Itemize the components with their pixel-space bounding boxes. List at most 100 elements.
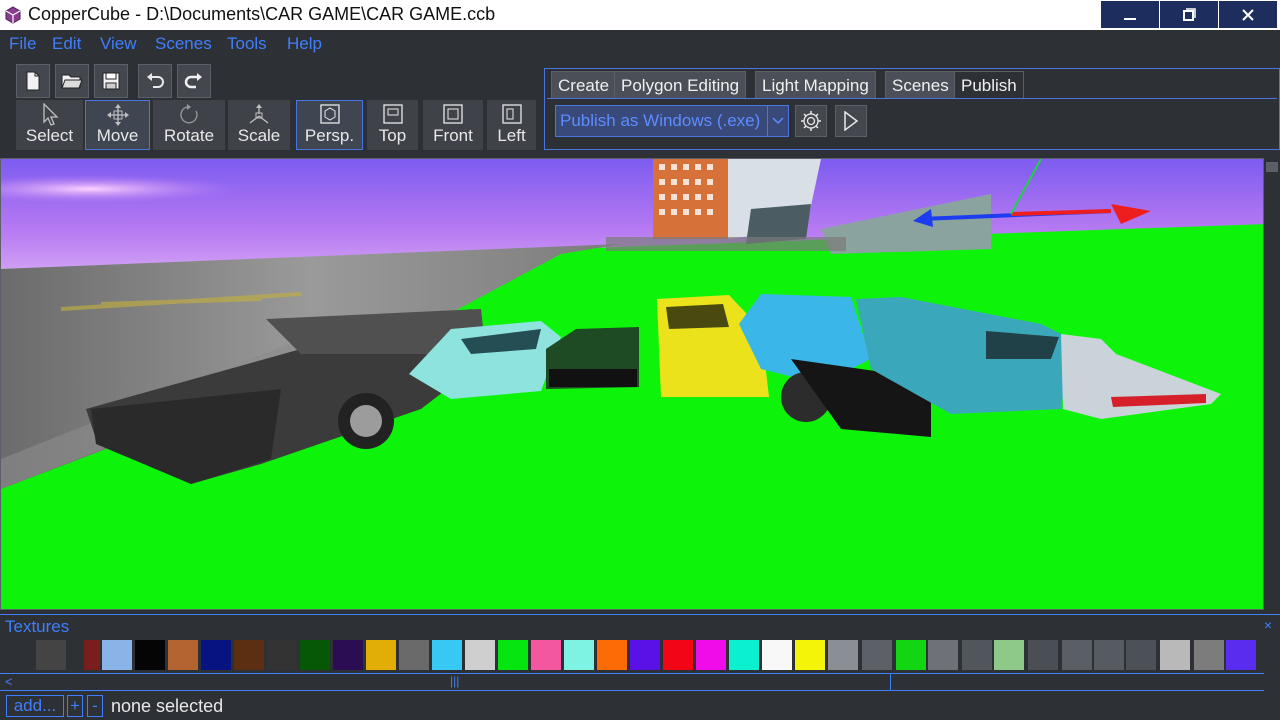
close-icon (1242, 8, 1254, 21)
texture-footer: add... + - none selected (0, 692, 1280, 720)
texture-swatch[interactable] (102, 640, 132, 670)
save-button[interactable] (94, 64, 128, 98)
menu-view[interactable]: View (100, 34, 137, 54)
texture-swatch[interactable] (135, 640, 165, 670)
menu-help[interactable]: Help (287, 34, 322, 54)
scroll-left-arrow[interactable]: < (5, 674, 13, 689)
cursor-icon (42, 103, 59, 126)
coppercube-app-icon (5, 6, 21, 24)
tool-rotate-label: Rotate (163, 126, 215, 145)
view-perspective-label: Persp. (304, 126, 355, 145)
texture-swatch[interactable] (168, 640, 198, 670)
view-top-label: Top (378, 126, 407, 145)
texture-swatch[interactable] (36, 640, 66, 670)
texture-swatch[interactable] (201, 640, 231, 670)
texture-swatch[interactable] (1160, 640, 1190, 670)
texture-swatch[interactable] (498, 640, 528, 670)
tab-polygon-editing[interactable]: Polygon Editing (614, 71, 747, 99)
texture-swatch[interactable] (1126, 640, 1156, 670)
publish-settings-button[interactable] (795, 105, 827, 137)
redo-button[interactable] (177, 64, 211, 98)
restore-button[interactable] (1160, 1, 1218, 28)
open-button[interactable] (55, 64, 89, 98)
tab-panel: Create Polygon Editing Light Mapping Sce… (544, 68, 1280, 150)
textures-scrollbar[interactable]: < ||| (0, 673, 1264, 691)
plus-button[interactable]: + (67, 695, 83, 717)
view-top[interactable]: Top (367, 100, 418, 150)
tool-rotate[interactable]: Rotate (153, 100, 225, 150)
texture-swatch[interactable] (267, 640, 297, 670)
texture-swatch[interactable] (896, 640, 926, 670)
view-front[interactable]: Front (423, 100, 483, 150)
open-folder-icon (61, 74, 83, 89)
texture-swatch[interactable] (663, 640, 693, 670)
menu-tools[interactable]: Tools (227, 34, 267, 54)
texture-swatch[interactable] (465, 640, 495, 670)
tab-create[interactable]: Create (551, 71, 617, 99)
window-title: CopperCube - D:\Documents\CAR GAME\CAR G… (28, 4, 496, 24)
minimize-button[interactable] (1101, 1, 1159, 28)
scale-icon (249, 104, 269, 124)
texture-swatch[interactable] (300, 640, 330, 670)
front-view-icon (443, 104, 463, 124)
texture-swatch[interactable] (928, 640, 958, 670)
run-button[interactable] (835, 105, 867, 137)
new-file-button[interactable] (16, 64, 50, 98)
texture-swatch[interactable] (432, 640, 462, 670)
texture-swatch[interactable] (597, 640, 627, 670)
texture-swatch[interactable] (1028, 640, 1058, 670)
texture-swatch[interactable] (962, 640, 992, 670)
menu-file[interactable]: File (9, 34, 36, 54)
texture-swatch[interactable] (630, 640, 660, 670)
side-panel-edge (1264, 158, 1280, 610)
tool-move[interactable]: Move (85, 100, 150, 150)
tool-scale[interactable]: Scale (228, 100, 290, 150)
side-panel-handle (1266, 162, 1278, 172)
texture-swatch[interactable] (862, 640, 892, 670)
add-texture-button[interactable]: add... (6, 695, 64, 717)
texture-swatch[interactable] (564, 640, 594, 670)
move-icon (106, 104, 129, 126)
texture-swatch[interactable] (1194, 640, 1224, 670)
texture-swatch[interactable] (234, 640, 264, 670)
texture-swatch[interactable] (84, 640, 100, 670)
selection-status: none selected (111, 696, 224, 716)
menu-edit[interactable]: Edit (52, 34, 81, 54)
texture-swatch[interactable] (696, 640, 726, 670)
undo-button[interactable] (138, 64, 172, 98)
undo-icon (147, 73, 164, 88)
view-left[interactable]: Left (487, 100, 536, 150)
texture-swatch[interactable] (795, 640, 825, 670)
publish-target-value: Publish as Windows (.exe) (560, 111, 761, 130)
texture-swatch[interactable] (531, 640, 561, 670)
view-left-label: Left (497, 126, 526, 145)
texture-swatch[interactable] (729, 640, 759, 670)
texture-swatch[interactable] (1062, 640, 1092, 670)
tab-light-mapping[interactable]: Light Mapping (755, 71, 876, 99)
publish-target-select[interactable]: Publish as Windows (.exe) (555, 105, 789, 137)
texture-swatch[interactable] (399, 640, 429, 670)
top-view-icon (382, 104, 403, 124)
texture-swatch[interactable] (1226, 640, 1256, 670)
view-perspective[interactable]: Persp. (296, 100, 363, 150)
texture-swatch[interactable] (828, 640, 858, 670)
texture-swatch[interactable] (333, 640, 363, 670)
texture-swatch[interactable] (994, 640, 1024, 670)
tab-publish[interactable]: Publish (954, 71, 1024, 99)
menu-scenes[interactable]: Scenes (155, 34, 212, 54)
scroll-grip: ||| (450, 674, 460, 688)
play-icon (844, 111, 859, 131)
texture-swatch[interactable] (1094, 640, 1124, 670)
tab-scenes[interactable]: Scenes (885, 71, 956, 99)
texture-swatch[interactable] (762, 640, 792, 670)
close-button[interactable] (1219, 1, 1277, 28)
textures-close-button[interactable]: × (1264, 617, 1272, 633)
3d-viewport[interactable] (0, 158, 1264, 610)
texture-swatch[interactable] (366, 640, 396, 670)
scene-render (1, 159, 1263, 609)
minus-button[interactable]: - (87, 695, 103, 717)
save-icon (102, 72, 120, 90)
dropdown-arrow[interactable] (767, 106, 788, 136)
tool-select[interactable]: Select (16, 100, 83, 150)
perspective-icon (319, 104, 340, 124)
